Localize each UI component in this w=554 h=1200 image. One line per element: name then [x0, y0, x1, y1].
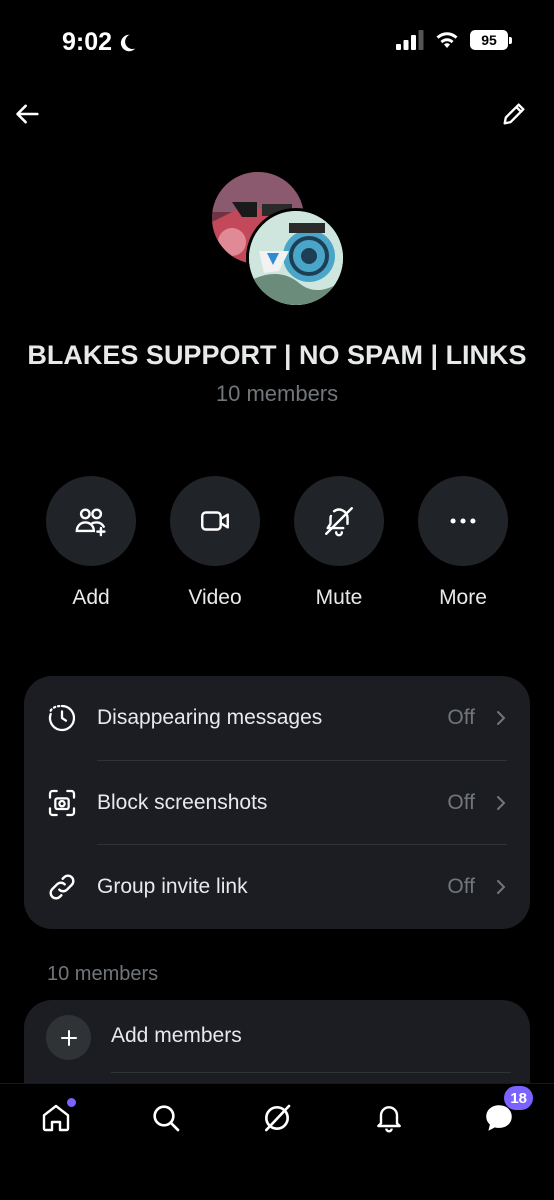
messages-badge: 18 [504, 1086, 533, 1110]
timer-icon [48, 704, 76, 732]
more-label: More [439, 586, 487, 609]
wifi-icon [436, 32, 458, 48]
battery-level: 95 [481, 32, 497, 48]
nav-messages[interactable]: 18 [481, 1086, 533, 1136]
setting-value: Off [447, 706, 475, 729]
group-info-screen: 9:02 95 BLAKES SUPPORT | NO SPAM | LINKS… [0, 0, 554, 1200]
video-label: Video [188, 586, 242, 609]
setting-label: Group invite link [97, 875, 248, 898]
link-icon [49, 874, 75, 900]
group-avatar-front [246, 208, 346, 308]
group-invite-link-row[interactable]: Group invite link Off [24, 845, 530, 929]
more-icon [450, 518, 476, 524]
moon-icon [120, 34, 136, 51]
status-time: 9:02 [62, 28, 138, 57]
bell-off-icon [325, 507, 353, 537]
add-members-row[interactable]: Add members [24, 1000, 530, 1072]
chevron-right-icon [497, 796, 506, 810]
members-section-label: 10 members [47, 963, 159, 985]
chevron-right-icon [497, 711, 506, 725]
member-count: 10 members [215, 381, 339, 406]
status-icons: 95 [396, 30, 512, 50]
video-icon [201, 511, 229, 531]
setting-value: Off [447, 791, 475, 814]
setting-label: Block screenshots [97, 791, 268, 814]
plus-icon [60, 1029, 77, 1046]
mute-label: Mute [315, 586, 363, 609]
status-bar: 9:02 95 [0, 0, 554, 84]
add-button-circle[interactable] [46, 476, 136, 566]
clock-text: 9:02 [62, 28, 113, 56]
home-icon [42, 1104, 70, 1132]
battery-indicator: 95 [470, 30, 512, 50]
search-icon [153, 1105, 180, 1132]
setting-label: Disappearing messages [97, 706, 323, 729]
avatar-image [249, 211, 343, 305]
setting-value: Off [447, 875, 475, 898]
pencil-icon [503, 103, 525, 125]
grok-icon [265, 1104, 291, 1132]
disappearing-messages-row[interactable]: Disappearing messages Off [24, 676, 530, 760]
add-button[interactable]: Add [46, 476, 136, 610]
mute-button-circle[interactable] [294, 476, 384, 566]
arrow-left-icon [16, 104, 39, 124]
nav-home[interactable] [38, 1098, 76, 1136]
more-button[interactable]: More [418, 476, 508, 610]
bottom-nav: 18 [0, 1083, 554, 1200]
back-button[interactable] [12, 98, 44, 130]
bell-icon [377, 1106, 401, 1133]
mute-button[interactable]: Mute [294, 476, 384, 610]
more-button-circle[interactable] [418, 476, 508, 566]
add-label: Add [72, 586, 110, 609]
edit-group-button[interactable] [498, 98, 530, 130]
plus-circle [46, 1015, 91, 1060]
nav-grok[interactable] [259, 1100, 295, 1136]
settings-card: Disappearing messages Off Block screensh… [24, 676, 530, 929]
add-members-label: Add members [111, 1024, 242, 1047]
add-people-icon [75, 508, 106, 537]
video-button[interactable]: Video [170, 476, 260, 610]
nav-search[interactable] [148, 1100, 184, 1136]
screenshot-camera-icon [48, 789, 76, 817]
signal-icon [396, 30, 424, 50]
video-button-circle[interactable] [170, 476, 260, 566]
divider [111, 1072, 511, 1073]
chevron-right-icon [497, 880, 506, 894]
nav-notifications[interactable] [371, 1100, 407, 1136]
notification-dot [67, 1098, 76, 1107]
group-name: BLAKES SUPPORT | NO SPAM | LINKS [27, 340, 527, 370]
block-screenshots-row[interactable]: Block screenshots Off [24, 761, 530, 845]
